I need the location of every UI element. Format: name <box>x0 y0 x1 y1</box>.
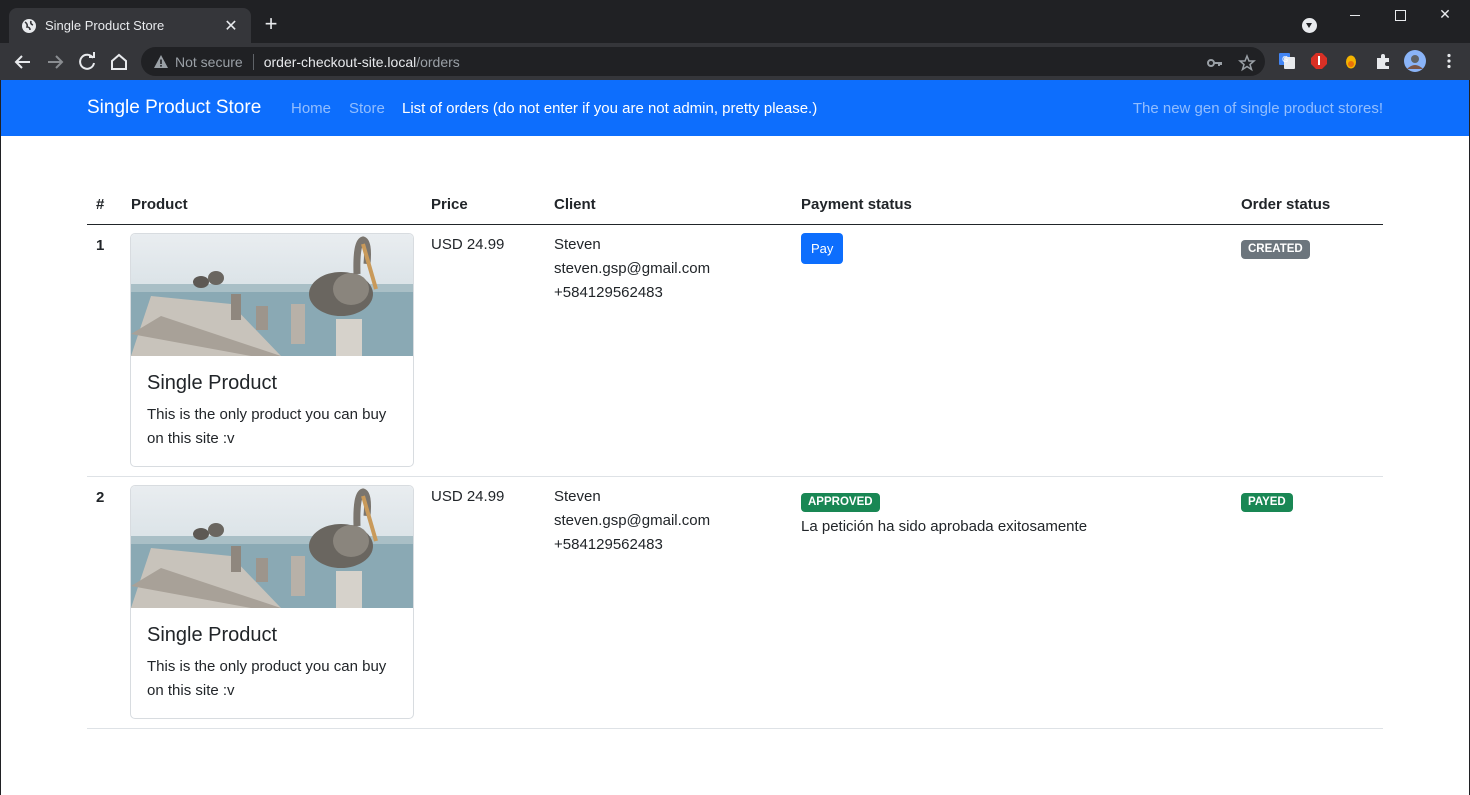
header-product: Product <box>131 196 188 213</box>
table-header: # Product Price Client Payment status Or… <box>87 184 1383 225</box>
payment-status-cell: Pay <box>801 233 844 264</box>
client-info: Steven steven.gsp@gmail.com +58412956248… <box>554 233 710 305</box>
header-order-status: Order status <box>1241 196 1331 213</box>
client-info: Steven steven.gsp@gmail.com +58412956248… <box>554 485 710 557</box>
nav-store-link[interactable]: Store <box>349 100 385 117</box>
product-description: This is the only product you can buy on … <box>147 406 387 447</box>
new-tab-button[interactable]: + <box>259 13 283 35</box>
product-image <box>131 486 413 608</box>
table-row: 2 Single Product This is the only produc… <box>87 477 1383 729</box>
maximize-button[interactable] <box>1385 6 1415 26</box>
client-phone: +584129562483 <box>554 536 663 553</box>
payment-status-badge: APPROVED <box>801 493 880 512</box>
forward-icon[interactable] <box>44 51 66 73</box>
header-client: Client <box>554 196 596 213</box>
browser-tab-bar: Single Product Store ✕ + ✕ <box>0 0 1470 43</box>
adblock-icon[interactable] <box>1310 52 1328 70</box>
order-number: 1 <box>96 237 105 254</box>
browser-tab[interactable]: Single Product Store ✕ <box>9 8 251 43</box>
client-name: Steven <box>554 488 601 505</box>
header-number: # <box>96 196 105 213</box>
nav-home-link[interactable]: Home <box>291 100 331 117</box>
tab-close-icon[interactable]: ✕ <box>223 16 239 36</box>
extensions-puzzle-icon[interactable] <box>1374 52 1392 70</box>
client-phone: +584129562483 <box>554 284 663 301</box>
warning-icon <box>154 54 168 68</box>
header-payment-status: Payment status <box>801 196 912 213</box>
google-translate-icon[interactable]: G <box>1278 52 1296 70</box>
more-menu-icon[interactable] <box>1440 52 1458 70</box>
order-status-badge: PAYED <box>1241 493 1293 512</box>
minimize-button[interactable] <box>1340 6 1370 26</box>
product-image <box>131 234 413 356</box>
address-bar[interactable]: Not secure order-checkout-site.local/ord… <box>141 47 1265 76</box>
product-title: Single Product <box>147 372 278 394</box>
product-card: Single Product This is the only product … <box>130 485 414 719</box>
order-status-cell: PAYED <box>1241 489 1293 513</box>
home-icon[interactable] <box>108 51 130 73</box>
payment-status-cell: APPROVED La petición ha sido aprobada ex… <box>801 489 1087 539</box>
table-row: 1 Single Product This is the only produc… <box>87 225 1383 477</box>
site-navbar: Single Product Store Home Store List of … <box>1 80 1469 136</box>
reload-icon[interactable] <box>76 51 98 73</box>
window-border-left <box>0 80 1 795</box>
nav-orders-link[interactable]: List of orders (do not enter if you are … <box>402 100 817 117</box>
client-email: steven.gsp@gmail.com <box>554 512 711 529</box>
orders-table: # Product Price Client Payment status Or… <box>87 184 1383 729</box>
browser-toolbar: Not secure order-checkout-site.local/ord… <box>0 43 1470 80</box>
payment-message: La petición ha sido aprobada exitosament… <box>801 518 1088 535</box>
globe-icon <box>22 18 36 33</box>
svg-text:G: G <box>1282 55 1288 64</box>
key-icon[interactable] <box>1206 54 1224 72</box>
order-number: 2 <box>96 489 105 506</box>
tab-search-icon[interactable] <box>1302 18 1317 33</box>
tab-title: Single Product Store <box>45 18 165 33</box>
window-close-button[interactable]: ✕ <box>1430 6 1460 26</box>
client-email: steven.gsp@gmail.com <box>554 260 711 277</box>
brand-link[interactable]: Single Product Store <box>87 97 261 119</box>
order-price: USD 24.99 <box>431 488 505 505</box>
product-card: Single Product This is the only product … <box>130 233 414 467</box>
order-status-badge: CREATED <box>1241 240 1310 259</box>
back-icon[interactable] <box>12 51 34 73</box>
pay-button[interactable]: Pay <box>801 233 844 264</box>
navbar-tagline: The new gen of single product stores! <box>1132 100 1383 117</box>
omnibox-divider <box>252 53 254 70</box>
star-icon[interactable] <box>1238 54 1256 72</box>
order-status-cell: CREATED <box>1241 236 1310 260</box>
product-title: Single Product <box>147 624 278 646</box>
client-name: Steven <box>554 236 601 253</box>
order-price: USD 24.99 <box>431 236 505 253</box>
header-price: Price <box>431 196 468 213</box>
profile-avatar[interactable] <box>1404 50 1426 72</box>
url-host: order-checkout-site.local <box>263 53 417 70</box>
extension-egg-icon[interactable] <box>1342 52 1360 70</box>
product-description: This is the only product you can buy on … <box>147 658 387 699</box>
url-path: /orders <box>416 53 460 70</box>
not-secure-label: Not secure <box>175 53 243 70</box>
